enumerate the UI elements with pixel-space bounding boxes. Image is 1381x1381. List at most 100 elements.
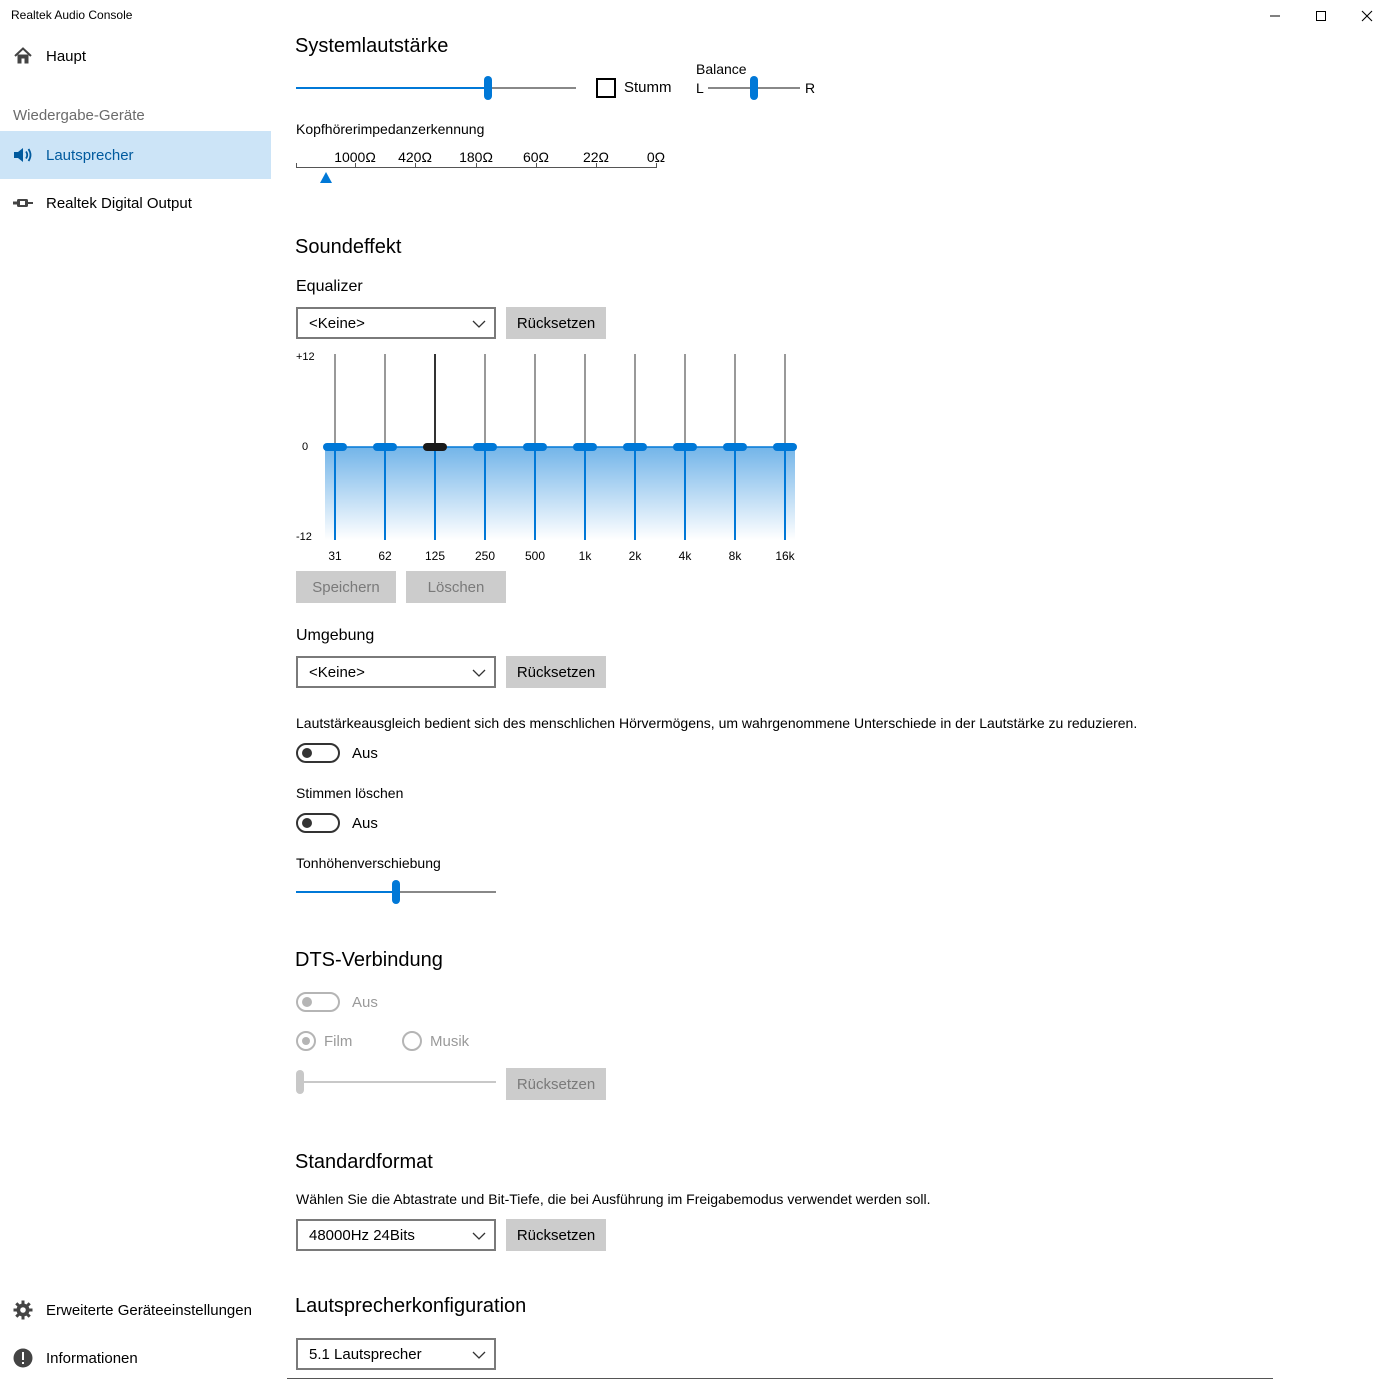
equalizer-band-thumb[interactable] [523,443,547,451]
equalizer-band-fill [734,447,736,540]
mute-label: Stumm [624,79,672,96]
slider-fill [296,891,396,893]
dts-state: Aus [352,994,378,1011]
equalizer-band-fill [384,447,386,540]
equalizer-band-track [584,354,586,447]
balance-left-label: L [696,80,704,96]
equalizer-band-fill [634,447,636,540]
equalizer-band-track [734,354,736,447]
equalizer-band-thumb[interactable] [573,443,597,451]
impedance-tick [355,163,356,168]
equalizer-band-fill [484,447,486,540]
equalizer-band-track [534,354,536,447]
default-format-reset-button[interactable]: Rücksetzen [506,1219,606,1251]
equalizer-band-thumb[interactable] [623,443,647,451]
equalizer-label: Equalizer [296,278,363,295]
equalizer-save-button[interactable]: Speichern [296,571,396,603]
dts-music-label: Musik [430,1033,470,1050]
slider-fill [296,87,488,89]
sidebar-item-speakers[interactable]: Lautsprecher [0,131,271,179]
slider-thumb[interactable] [750,76,758,100]
environment-reset-button[interactable]: Rücksetzen [506,656,606,688]
dts-heading: DTS-Verbindung [295,949,443,971]
equalizer-band-track [334,354,336,447]
equalizer-band-track [384,354,386,447]
equalizer-band-thumb[interactable] [423,443,447,451]
default-format-heading: Standardformat [295,1151,433,1173]
speaker-config-dropdown[interactable]: 5.1 Lautsprecher [296,1338,496,1370]
sidebar: Haupt Wiedergabe-Geräte Lautsprecher Rea… [0,32,271,1381]
sidebar-item-information[interactable]: Informationen [0,1334,271,1381]
slider-thumb[interactable] [392,880,400,904]
impedance-tick [536,163,537,168]
dts-music-radio[interactable] [402,1031,422,1051]
equalizer-band-track [434,354,436,447]
system-volume-slider[interactable] [296,75,576,101]
sidebar-item-home[interactable]: Haupt [0,32,271,80]
voice-cancel-label: Stimmen löschen [296,785,404,801]
info-icon [12,1347,34,1369]
default-format-dropdown[interactable]: 48000Hz 24Bits [296,1219,496,1251]
equalizer-freq-label: 2k [628,549,642,563]
loudness-state: Aus [352,745,378,762]
system-volume-heading: Systemlautstärke [295,35,449,57]
impedance-tick [656,163,657,168]
equalizer-band-fill [584,447,586,540]
equalizer-band-thumb[interactable] [673,443,697,451]
equalizer-dropdown[interactable]: <Keine> [296,307,496,339]
radio-dot [302,1037,310,1045]
default-format-description: Wählen Sie die Abtastrate und Bit-Tiefe,… [296,1191,931,1207]
sound-effect-heading: Soundeffekt [295,236,402,258]
environment-dropdown[interactable]: <Keine> [296,656,496,688]
impedance-tick [476,163,477,168]
equalizer-dropdown-value: <Keine> [309,315,365,332]
section-label-playback-devices: Wiedergabe-Geräte [13,107,145,124]
minimize-button[interactable] [1252,0,1298,32]
equalizer-delete-button[interactable]: Löschen [406,571,506,603]
loudness-toggle[interactable] [296,743,340,763]
mute-checkbox[interactable] [596,78,616,98]
default-format-value: 48000Hz 24Bits [309,1227,415,1244]
equalizer-freq-label: 1k [578,549,592,563]
pitch-shift-slider[interactable] [296,879,496,905]
equalizer-reset-button[interactable]: Rücksetzen [506,307,606,339]
equalizer-band-fill [684,447,686,540]
equalizer-band-thumb[interactable] [473,443,497,451]
sidebar-item-label: Informationen [46,1349,138,1367]
impedance-tick [415,163,416,168]
chevron-down-icon [472,1232,486,1240]
voice-cancel-toggle[interactable] [296,813,340,833]
equalizer-band-track [684,354,686,447]
equalizer-band-fill [334,447,336,540]
maximize-icon [1316,11,1326,21]
impedance-tick [596,163,597,168]
equalizer-band-thumb[interactable] [323,443,347,451]
dts-level-slider[interactable] [296,1069,496,1095]
equalizer-graph: +12 0 -12 31 62 125 250 500 1k 2k 4k 8k 16k [296,350,806,565]
toggle-knob [302,748,312,758]
maximize-button[interactable] [1298,0,1344,32]
voice-cancel-state: Aus [352,815,378,832]
dts-film-radio[interactable] [296,1031,316,1051]
equalizer-band-thumb[interactable] [723,443,747,451]
sidebar-item-advanced-settings[interactable]: Erweiterte Geräteeinstellungen [0,1286,271,1334]
equalizer-band-fill [784,447,786,540]
equalizer-y-label-bottom: -12 [296,531,312,543]
slider-track [296,1081,496,1083]
equalizer-freq-label: 62 [378,549,392,563]
speaker-config-heading: Lautsprecherkonfiguration [295,1295,527,1317]
dts-reset-button[interactable]: Rücksetzen [506,1068,606,1100]
speaker-icon [12,144,34,166]
equalizer-band-thumb[interactable] [373,443,397,451]
sidebar-item-digital-output[interactable]: Realtek Digital Output [0,179,271,227]
speaker-config-value: 5.1 Lautsprecher [309,1346,422,1363]
slider-thumb[interactable] [484,76,492,100]
slider-thumb[interactable] [296,1070,304,1094]
sidebar-item-label: Realtek Digital Output [46,194,192,212]
close-button[interactable] [1344,0,1381,32]
dts-toggle[interactable] [296,992,340,1012]
toggle-knob [302,997,312,1007]
equalizer-band-thumb[interactable] [773,443,797,451]
balance-slider[interactable] [708,75,800,101]
equalizer-freq-label: 16k [775,549,795,563]
